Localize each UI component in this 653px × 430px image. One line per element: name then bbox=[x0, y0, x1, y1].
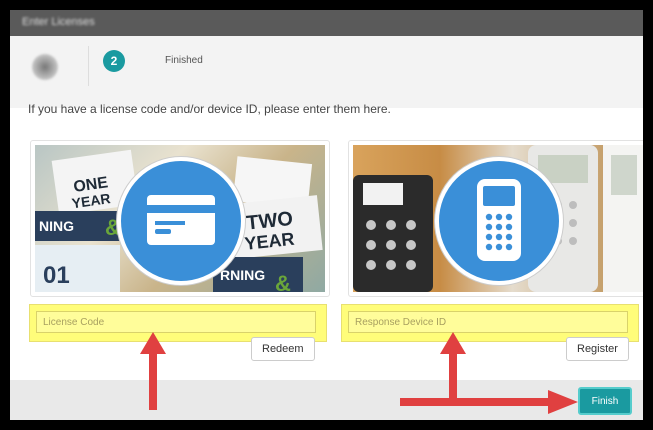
step-divider bbox=[88, 46, 89, 86]
device-photo bbox=[353, 145, 643, 292]
license-code-card: ONE YEAR NING & 01 TWO YEAR RNING & bbox=[30, 140, 330, 297]
instruction-text: If you have a license code and/or device… bbox=[28, 102, 391, 116]
step-2-badge: 2 bbox=[103, 50, 125, 72]
credit-card-icon bbox=[147, 195, 215, 245]
clicker-device-icon bbox=[477, 179, 521, 261]
license-dialog: Enter Licenses 2 Finished If you have a … bbox=[10, 10, 643, 420]
svg-text:NING: NING bbox=[39, 218, 74, 234]
step-2-label: Finished bbox=[165, 55, 203, 66]
license-photo: ONE YEAR NING & 01 TWO YEAR RNING & bbox=[35, 145, 325, 292]
device-id-card bbox=[348, 140, 643, 297]
finish-button[interactable]: Finish bbox=[578, 387, 632, 415]
dialog-titlebar: Enter Licenses bbox=[10, 10, 643, 36]
svg-text:01: 01 bbox=[43, 262, 70, 289]
license-circle bbox=[117, 157, 245, 285]
wizard-steps: 2 Finished bbox=[10, 36, 643, 108]
annotation-arrow-up-license bbox=[140, 332, 166, 410]
screenshot-frame: Enter Licenses 2 Finished If you have a … bbox=[0, 0, 653, 430]
redeem-button[interactable]: Redeem bbox=[251, 337, 315, 361]
register-button[interactable]: Register bbox=[566, 337, 629, 361]
step-1-icon bbox=[32, 54, 58, 80]
device-circle bbox=[435, 157, 563, 285]
dialog-title: Enter Licenses bbox=[22, 16, 95, 28]
annotation-arrow-right-finish bbox=[400, 390, 578, 414]
response-device-id-input[interactable] bbox=[348, 311, 628, 333]
license-code-input[interactable] bbox=[36, 311, 316, 333]
svg-text:&: & bbox=[275, 271, 291, 292]
